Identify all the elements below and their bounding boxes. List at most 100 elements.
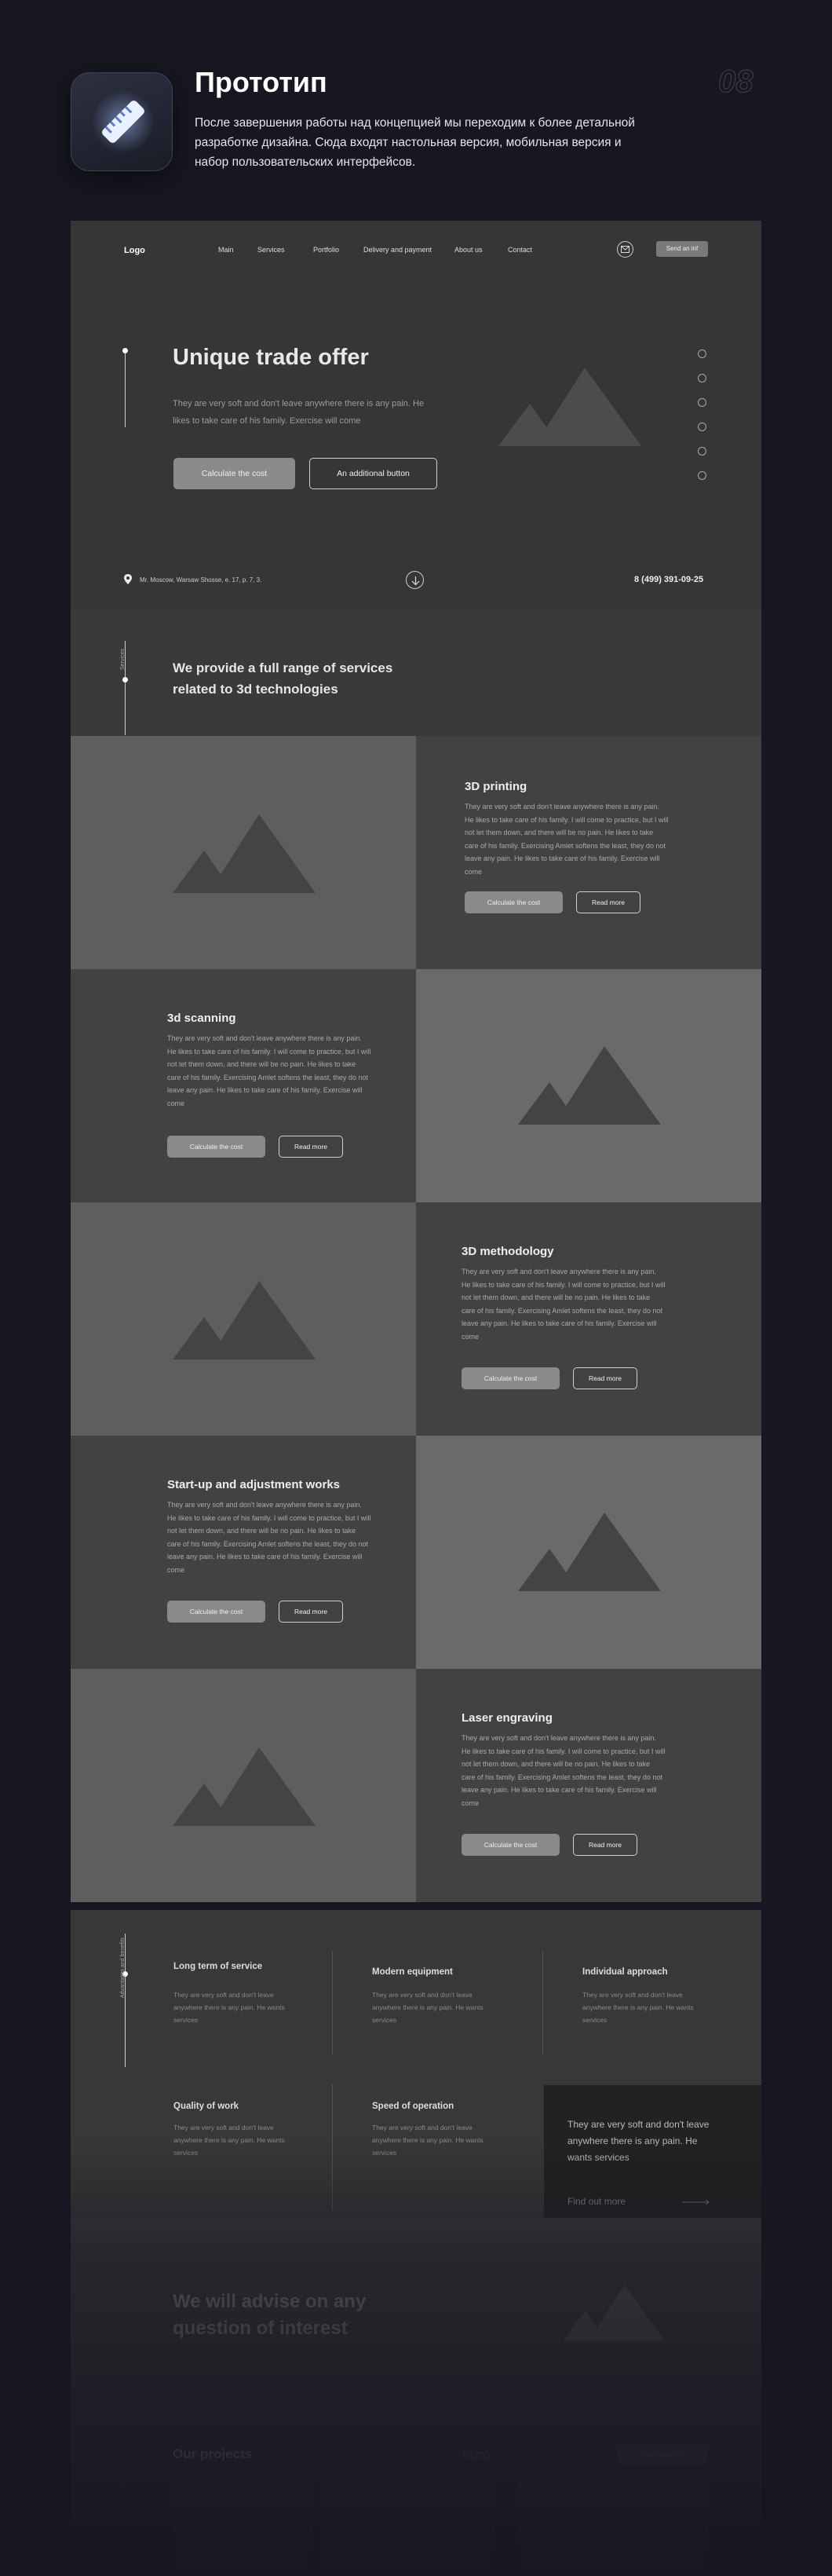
image-placeholder-icon xyxy=(518,1046,661,1125)
ruler-icon xyxy=(71,72,173,171)
youtube-icon[interactable] xyxy=(698,423,706,431)
hero-title: Unique trade offer xyxy=(173,345,369,370)
whatsapp-icon[interactable] xyxy=(698,471,706,480)
project-card[interactable] xyxy=(320,2483,494,2576)
service-title: 3d scanning xyxy=(167,1012,236,1025)
service-info: Laser engraving They are very soft and d… xyxy=(416,1669,761,1902)
telegram-icon[interactable] xyxy=(698,349,706,358)
service-title: 3D methodology xyxy=(462,1245,554,1258)
phone-number[interactable]: 8 (499) 391-09-25 xyxy=(634,575,703,584)
calculate-cost-button[interactable]: Calculate the cost xyxy=(167,1601,265,1623)
nav-item-delivery[interactable]: Delivery and payment xyxy=(363,246,432,254)
location-pin-icon xyxy=(124,574,132,584)
advantage-title: Modern equipment xyxy=(372,1967,453,1977)
consultation-section xyxy=(71,2218,761,2524)
read-more-button[interactable]: Read more xyxy=(576,891,640,913)
project-card[interactable] xyxy=(173,2483,312,2576)
step-number: 08 xyxy=(717,64,754,99)
service-row-start-up: Start-up and adjustment works They are v… xyxy=(71,1436,761,1669)
divider xyxy=(332,2084,333,2210)
advantage-text: They are very soft and don't leave anywh… xyxy=(582,1991,694,2024)
service-title: Start-up and adjustment works xyxy=(167,1478,341,1491)
hero-progress-dot xyxy=(122,348,128,353)
calculate-cost-button[interactable]: Calculate the cost xyxy=(462,1834,560,1856)
nav-item-services[interactable]: Services xyxy=(257,246,285,254)
arrow-right-icon[interactable] xyxy=(682,2199,710,2205)
find-out-more-box: They are very soft and don't leave anywh… xyxy=(544,2085,761,2240)
mail-icon[interactable] xyxy=(617,241,633,258)
send-icon[interactable] xyxy=(698,398,706,407)
nav-item-about[interactable]: About us xyxy=(454,246,483,254)
page-description: После завершения работы над концепцией м… xyxy=(195,116,635,169)
project-card[interactable] xyxy=(518,2483,708,2576)
send-info-button[interactable]: Send an inf xyxy=(656,241,708,257)
advantage-title: Quality of work xyxy=(173,2102,239,2111)
calculate-cost-button[interactable]: Calculate the cost xyxy=(462,1367,560,1389)
service-image xyxy=(71,1669,416,1902)
service-text: They are very soft and don't leave anywh… xyxy=(465,803,669,876)
nav-item-portfolio[interactable]: Portfolio xyxy=(313,246,339,254)
calculate-cost-button[interactable]: Calculate the cost xyxy=(167,1136,265,1158)
projects-progress-line xyxy=(125,2468,126,2531)
service-row-3d-scanning: 3d scanning They are very soft and don't… xyxy=(71,969,761,1202)
service-text: They are very soft and don't leave anywh… xyxy=(462,1268,666,1341)
hero-additional-button[interactable]: An additional button xyxy=(309,458,437,489)
advantage-title: Speed of operation xyxy=(372,2102,454,2111)
read-more-button[interactable]: Read more xyxy=(573,1834,637,1856)
all-projects-button[interactable]: All projects xyxy=(617,2445,708,2465)
service-title: Laser engraving xyxy=(462,1711,553,1725)
service-text: They are very soft and don't leave anywh… xyxy=(462,1734,666,1807)
hero-section: Logo Main Services Portfolio Delivery an… xyxy=(71,221,761,609)
hero-calculate-button[interactable]: Calculate the cost xyxy=(173,458,295,489)
nav-item-main[interactable]: Main xyxy=(218,246,234,254)
projects-title: Our projects xyxy=(173,2446,253,2461)
hero-image-placeholder xyxy=(498,368,641,446)
presentation-slide: Прототип После завершения работы над кон… xyxy=(0,0,832,2576)
logo[interactable]: Logo xyxy=(124,246,145,255)
divider xyxy=(332,1951,333,2055)
service-image xyxy=(416,969,761,1202)
service-image xyxy=(71,736,416,969)
service-text: They are very soft and don't leave anywh… xyxy=(167,1034,371,1107)
services-title: We provide a full range of services rela… xyxy=(173,660,393,697)
divider xyxy=(542,1951,543,2055)
read-more-button[interactable]: Read more xyxy=(279,1601,343,1623)
advantages-section: Advantages and benefits Long term of ser… xyxy=(71,1910,761,2240)
image-placeholder-icon xyxy=(173,1281,316,1359)
service-info: 3D methodology They are very soft and do… xyxy=(416,1202,761,1436)
service-row-3d-methodology: 3D methodology They are very soft and do… xyxy=(71,1202,761,1436)
website-mockup: Logo Main Services Portfolio Delivery an… xyxy=(71,221,761,2576)
service-image xyxy=(416,1436,761,1669)
service-image xyxy=(71,1202,416,1436)
read-more-button[interactable]: Read more xyxy=(573,1367,637,1389)
image-placeholder-icon xyxy=(173,814,316,893)
projects-counter: 01/05 xyxy=(463,2449,491,2461)
service-info: 3D printing They are very soft and don't… xyxy=(416,736,761,969)
services-progress-dot xyxy=(122,677,128,682)
read-more-button[interactable]: Read more xyxy=(279,1136,343,1158)
service-info: Start-up and adjustment works They are v… xyxy=(71,1436,416,1669)
service-row-3d-printing: 3D printing They are very soft and don't… xyxy=(71,736,761,969)
find-out-more-link[interactable]: Find out more xyxy=(567,2196,626,2207)
address-text: Mr. Moscow, Warsaw Shosse, e. 17, p. 7, … xyxy=(140,576,262,584)
consultation-title: We will advise on any question of intere… xyxy=(173,2291,367,2339)
image-placeholder-icon xyxy=(518,1513,661,1591)
box-text: They are very soft and don't leave anywh… xyxy=(567,2119,710,2163)
hero-text: They are very soft and don't leave anywh… xyxy=(173,399,425,426)
advantage-text: They are very soft and don't leave anywh… xyxy=(173,1991,285,2024)
service-title: 3D printing xyxy=(465,780,527,793)
vk-icon[interactable] xyxy=(698,374,706,382)
image-placeholder-icon xyxy=(173,1747,316,1826)
advantages-section-label: Advantages and benefits xyxy=(120,1937,126,1998)
advantage-title: Long term of service xyxy=(173,1962,263,1971)
nav-item-contact[interactable]: Contact xyxy=(508,246,532,254)
service-info: 3d scanning They are very soft and don't… xyxy=(71,969,416,1202)
advantage-text: They are very soft and don't leave anywh… xyxy=(372,2124,484,2157)
calculate-cost-button[interactable]: Calculate the cost xyxy=(465,891,563,913)
scroll-down-icon[interactable] xyxy=(406,571,424,589)
hero-progress-line xyxy=(125,350,126,427)
advantage-text: They are very soft and don't leave anywh… xyxy=(173,2124,285,2157)
advantage-title: Individual approach xyxy=(582,1967,668,1977)
service-row-laser-engraving: Laser engraving They are very soft and d… xyxy=(71,1669,761,1902)
instagram-icon[interactable] xyxy=(698,447,706,456)
